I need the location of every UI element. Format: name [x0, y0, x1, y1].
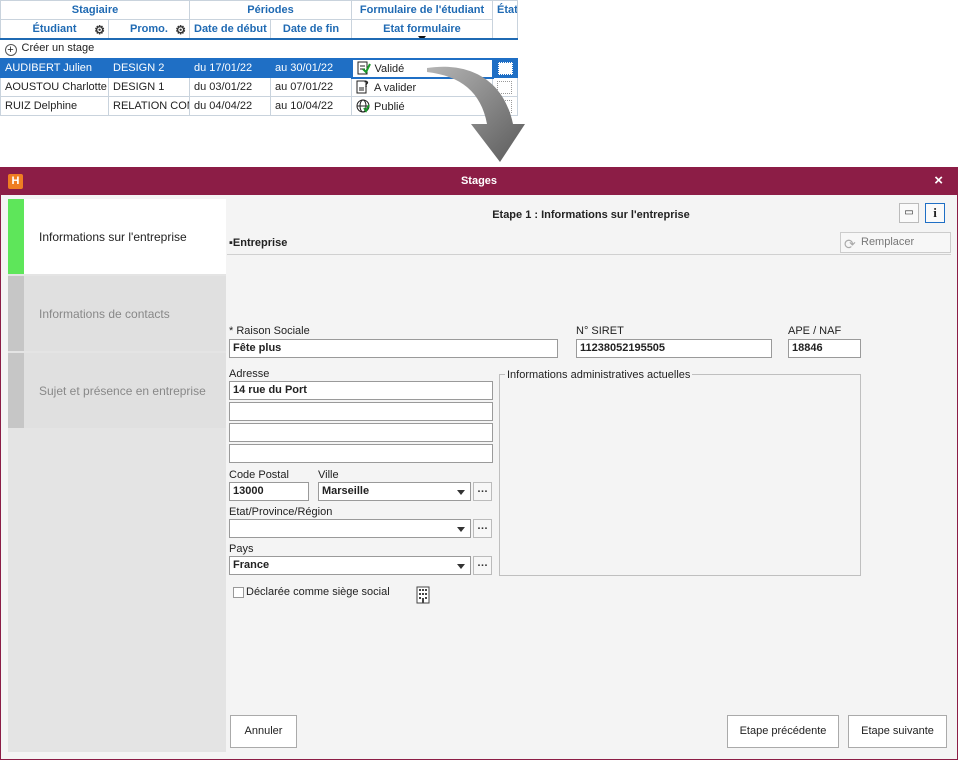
globe-published-icon [356, 99, 370, 113]
stages-dialog: H Stages × Informations sur l'entreprise… [0, 167, 958, 760]
step-title: Etape 1 : Informations sur l'entreprise [492, 209, 690, 221]
cell-student: RUIZ Delphine [0, 96, 109, 116]
svg-text:?: ? [364, 80, 369, 89]
cell-start: du 04/04/22 [189, 96, 271, 116]
step-indicator [8, 199, 24, 274]
section-divider [227, 254, 951, 255]
section-title: ▪Entreprise [229, 237, 288, 249]
cell-start: du 03/01/22 [189, 77, 271, 97]
sort-down-icon [418, 35, 426, 37]
next-step-button[interactable]: Etape suivante [848, 715, 947, 748]
ville-more-button[interactable]: … [473, 482, 492, 501]
ville-select[interactable]: Marseille [318, 482, 471, 501]
siret-field[interactable]: 11238052195505 [576, 339, 772, 358]
column-header-etat-formulaire[interactable]: Etat formulaire [351, 19, 493, 40]
column-header-date-fin[interactable]: Date de fin [270, 19, 352, 40]
column-header-etudiant[interactable]: Étudiant ⚙ [0, 19, 109, 40]
ville-value: Marseille [322, 485, 370, 497]
group-header-periodes: Périodes [189, 0, 352, 20]
adresse-line-2-field[interactable] [229, 402, 493, 421]
step-content: Etape 1 : Informations sur l'entreprise … [227, 196, 955, 756]
info-icon[interactable]: i [925, 203, 945, 223]
code-postal-field[interactable]: 13000 [229, 482, 309, 501]
adresse-label: Adresse [229, 368, 270, 380]
form-validated-icon [357, 61, 371, 75]
group-header-formulaire: Formulaire de l'étudiant [351, 0, 493, 20]
step-label: Informations sur l'entreprise [39, 230, 187, 244]
column-header-promo-label: Promo. [130, 22, 168, 35]
step-sujet[interactable]: Sujet et présence en entreprise [8, 353, 226, 428]
column-header-etat[interactable]: État st. [492, 0, 518, 40]
refresh-icon: ⟳ [844, 236, 856, 252]
code-postal-label: Code Postal [229, 469, 289, 481]
column-header-etat-formulaire-label: Etat formulaire [383, 22, 461, 35]
adresse-line-3-field[interactable] [229, 423, 493, 442]
ape-label: APE / NAF [788, 325, 842, 337]
region-more-button[interactable]: … [473, 519, 492, 538]
column-header-date-debut[interactable]: Date de début [189, 19, 271, 40]
curved-arrow-icon [427, 66, 525, 162]
raison-sociale-label: * Raison Sociale [229, 325, 310, 337]
column-header-promo[interactable]: Promo. ⚙ [108, 19, 190, 40]
step-contacts[interactable]: Informations de contacts [8, 276, 226, 351]
form-pending-icon: ? [356, 80, 369, 94]
replace-label: Remplacer [861, 236, 915, 248]
step-label: Sujet et présence en entreprise [39, 384, 206, 398]
region-label: Etat/Province/Région [229, 506, 333, 518]
step-indicator [8, 353, 24, 428]
cell-end: au 07/01/22 [270, 77, 352, 97]
create-internship-label: Créer un stage [21, 41, 95, 54]
dialog-title: Stages [460, 175, 498, 187]
step-indicator [8, 276, 24, 351]
gear-icon[interactable]: ⚙ [94, 23, 105, 37]
step-entreprise[interactable]: Informations sur l'entreprise [8, 199, 226, 274]
section-title-label: Entreprise [232, 237, 288, 249]
cell-student: AOUSTOU Charlotte [0, 77, 109, 97]
steps-sidebar: Informations sur l'entreprise Informatio… [8, 199, 226, 752]
region-select[interactable] [229, 519, 471, 538]
cancel-button[interactable]: Annuler [230, 715, 297, 748]
admin-info-label: Informations administratives actuelles [505, 369, 693, 381]
status-label: A valider [374, 82, 417, 95]
column-header-etudiant-label: Étudiant [32, 22, 77, 35]
pays-value: France [233, 559, 270, 571]
status-label: Validé [374, 63, 405, 75]
cell-end: au 30/01/22 [270, 58, 352, 78]
gear-icon[interactable]: ⚙ [175, 23, 186, 37]
pays-label: Pays [229, 543, 254, 555]
adresse-line-1-field[interactable]: 14 rue du Port [229, 381, 493, 400]
cell-promo: DESIGN 2 [108, 58, 190, 78]
chevron-down-icon [457, 490, 465, 495]
chevron-down-icon [457, 527, 465, 532]
plus-circle-icon: + [4, 43, 17, 56]
siege-social-label: Déclarée comme siège social [246, 586, 390, 598]
previous-step-button[interactable]: Etape précédente [727, 715, 839, 748]
group-header-stagiaire: Stagiaire [0, 0, 190, 20]
status-label: Publié [374, 101, 405, 113]
step-label: Informations de contacts [39, 307, 170, 321]
cell-end: au 10/04/22 [270, 96, 352, 116]
pays-select[interactable]: France [229, 556, 471, 575]
admin-info-groupbox: Informations administratives actuelles [499, 369, 861, 576]
id-card-icon[interactable]: ▭ [899, 203, 919, 223]
chevron-down-icon [457, 564, 465, 569]
replace-button[interactable]: ⟳ Remplacer [840, 232, 951, 253]
cell-promo: RELATION COM [108, 96, 190, 116]
dialog-titlebar: H Stages × [1, 168, 957, 195]
cell-student: AUDIBERT Julien [0, 58, 109, 78]
close-icon[interactable]: × [934, 172, 943, 189]
cell-promo: DESIGN 1 [108, 77, 190, 97]
siret-label: N° SIRET [576, 325, 624, 337]
pays-more-button[interactable]: … [473, 556, 492, 575]
cell-start: du 17/01/22 [189, 58, 271, 78]
raison-sociale-field[interactable]: Fête plus [229, 339, 558, 358]
ape-field[interactable]: 18846 [788, 339, 861, 358]
building-icon[interactable] [416, 586, 430, 604]
ville-label: Ville [318, 469, 339, 481]
adresse-line-4-field[interactable] [229, 444, 493, 463]
siege-social-checkbox[interactable] [233, 587, 244, 598]
create-internship-link[interactable]: + Créer un stage [1, 39, 518, 59]
